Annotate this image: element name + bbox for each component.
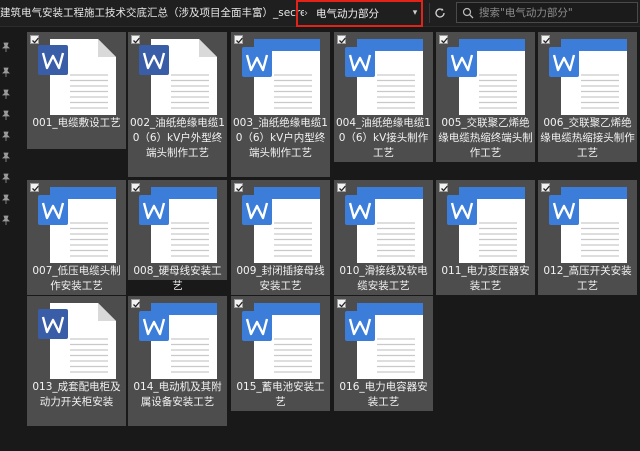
file-tile[interactable]: 016_电力电容器安装工艺 [334,296,433,411]
file-tile[interactable]: 002_油纸绝缘电缆10（6）kV户外型终端头制作工艺 [128,32,227,177]
file-tile[interactable]: 001_电缆敷设工艺 [27,32,126,149]
pin-icon[interactable] [1,42,11,52]
search-box[interactable] [456,2,638,23]
refresh-icon [435,8,445,18]
word-document-icon [36,301,118,385]
search-input[interactable] [479,4,629,21]
file-name: 014_电动机及其附属设备安装工艺 [133,381,222,408]
word-document-icon [343,37,425,121]
refresh-button[interactable] [429,3,450,23]
word-document-icon [547,185,629,269]
file-name: 004_油纸绝缘电缆10（6）kV接头制作工艺 [336,117,431,159]
chevron-down-icon[interactable]: ▾ [410,5,420,21]
pin-icon[interactable] [1,67,11,77]
file-tile[interactable]: 009_封闭插接母线安装工艺 [231,180,330,295]
navigation-pane [0,27,14,451]
file-name: 001_电缆敷设工艺 [32,117,121,129]
file-name: 015_蓄电池安装工艺 [236,381,325,408]
file-name: 011_电力变压器安装工艺 [441,265,530,292]
file-name: 007_低压电缆头制作安装工艺 [32,265,121,292]
file-tile[interactable]: 008_硬母线安装工艺 [128,180,227,292]
file-name: 009_封闭插接母线安装工艺 [236,265,325,292]
file-tile[interactable]: 004_油纸绝缘电缆10（6）kV接头制作工艺 [334,32,433,162]
word-document-icon [137,185,219,269]
pin-icon[interactable] [1,110,11,120]
breadcrumb-path[interactable]: 建筑电气安装工程施工技术交底汇总（涉及项目全面丰富）_secret [0,4,304,22]
search-icon [462,7,474,19]
file-name: 005_交联聚乙烯绝缘电缆热缩终端头制作工艺 [438,117,533,159]
file-tile[interactable]: 013_成套配电柜及动力开关柜安装 [27,296,126,426]
file-tile[interactable]: 012_高压开关安装工艺 [538,180,637,295]
current-folder-label: 电气动力部分 [316,8,379,20]
file-tile[interactable]: 005_交联聚乙烯绝缘电缆热缩终端头制作工艺 [436,32,535,162]
pin-icon[interactable] [1,194,11,204]
pin-icon[interactable] [1,152,11,162]
file-tile[interactable]: 003_油纸绝缘电缆10（6）kV户内型终端头制作工艺 [231,32,330,177]
word-document-icon [137,37,219,121]
word-document-icon [445,37,527,121]
address-toolbar: 建筑电气安装工程施工技术交底汇总（涉及项目全面丰富）_secret › 电气动力… [0,0,640,27]
file-tile[interactable]: 011_电力变压器安装工艺 [436,180,535,295]
word-document-icon [137,301,219,385]
pin-icon[interactable] [1,173,11,183]
file-tile[interactable]: 014_电动机及其附属设备安装工艺 [128,296,227,426]
file-tile[interactable]: 015_蓄电池安装工艺 [231,296,330,411]
word-document-icon [547,37,629,121]
pin-icon[interactable] [1,131,11,141]
file-tile[interactable]: 010_滑接线及软电缆安装工艺 [334,180,433,295]
pin-icon[interactable] [1,89,11,99]
file-name: 008_硬母线安装工艺 [133,265,222,292]
file-tile[interactable]: 007_低压电缆头制作安装工艺 [27,180,126,295]
word-document-icon [343,301,425,385]
file-name: 003_油纸绝缘电缆10（6）kV户内型终端头制作工艺 [233,117,328,159]
word-document-icon [240,37,322,121]
word-document-icon [240,185,322,269]
file-name: 012_高压开关安装工艺 [543,265,632,292]
word-document-icon [240,301,322,385]
word-document-icon [36,185,118,269]
file-tile[interactable]: 006_交联聚乙烯绝缘电缆热缩接头制作工艺 [538,32,637,162]
file-name: 006_交联聚乙烯绝缘电缆热缩接头制作工艺 [540,117,635,159]
file-name: 010_滑接线及软电缆安装工艺 [339,265,428,292]
word-document-icon [445,185,527,269]
pin-icon[interactable] [1,215,11,225]
breadcrumb-current-folder[interactable]: › 电气动力部分 [296,0,423,27]
file-explorer-window: 建筑电气安装工程施工技术交底汇总（涉及项目全面丰富）_secret › 电气动力… [0,0,640,451]
breadcrumb-separator-icon: › [304,8,308,19]
word-document-icon [343,185,425,269]
file-name: 013_成套配电柜及动力开关柜安装 [32,381,121,408]
file-name: 002_油纸绝缘电缆10（6）kV户外型终端头制作工艺 [130,117,225,159]
word-document-icon [36,37,118,121]
file-name: 016_电力电容器安装工艺 [339,381,428,408]
